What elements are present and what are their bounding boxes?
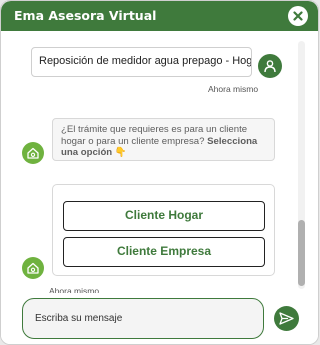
user-message-text: Reposición de medidor agua prepago - Hog…	[39, 55, 252, 67]
bot-message-bubble: ¿El trámite que requieres es para un cli…	[52, 118, 275, 161]
pointing-down-emoji-icon: 👇	[114, 147, 127, 158]
scrollbar-thumb[interactable]	[298, 220, 305, 286]
house-plug-icon	[27, 262, 39, 274]
send-button[interactable]	[274, 306, 299, 331]
bot-avatar	[22, 142, 44, 164]
user-message-time: Ahora mismo	[208, 84, 259, 94]
house-plug-icon	[27, 147, 39, 159]
message-input[interactable]	[22, 298, 264, 339]
options-card: Cliente Hogar Cliente Empresa	[52, 184, 275, 276]
close-icon	[293, 11, 303, 21]
user-avatar	[258, 54, 282, 78]
chat-header: Ema Asesora Virtual	[1, 1, 318, 31]
chat-title: Ema Asesora Virtual	[14, 8, 157, 23]
bot-avatar	[22, 257, 44, 279]
close-button[interactable]	[288, 6, 308, 26]
chat-widget: Ema Asesora Virtual Reposición de medido…	[0, 0, 319, 345]
user-message-bubble: Reposición de medidor agua prepago - Hog…	[31, 47, 252, 77]
user-icon	[264, 60, 276, 73]
option-cliente-hogar-button[interactable]: Cliente Hogar	[63, 201, 265, 231]
send-icon	[279, 312, 294, 325]
option-cliente-empresa-button[interactable]: Cliente Empresa	[63, 237, 265, 267]
